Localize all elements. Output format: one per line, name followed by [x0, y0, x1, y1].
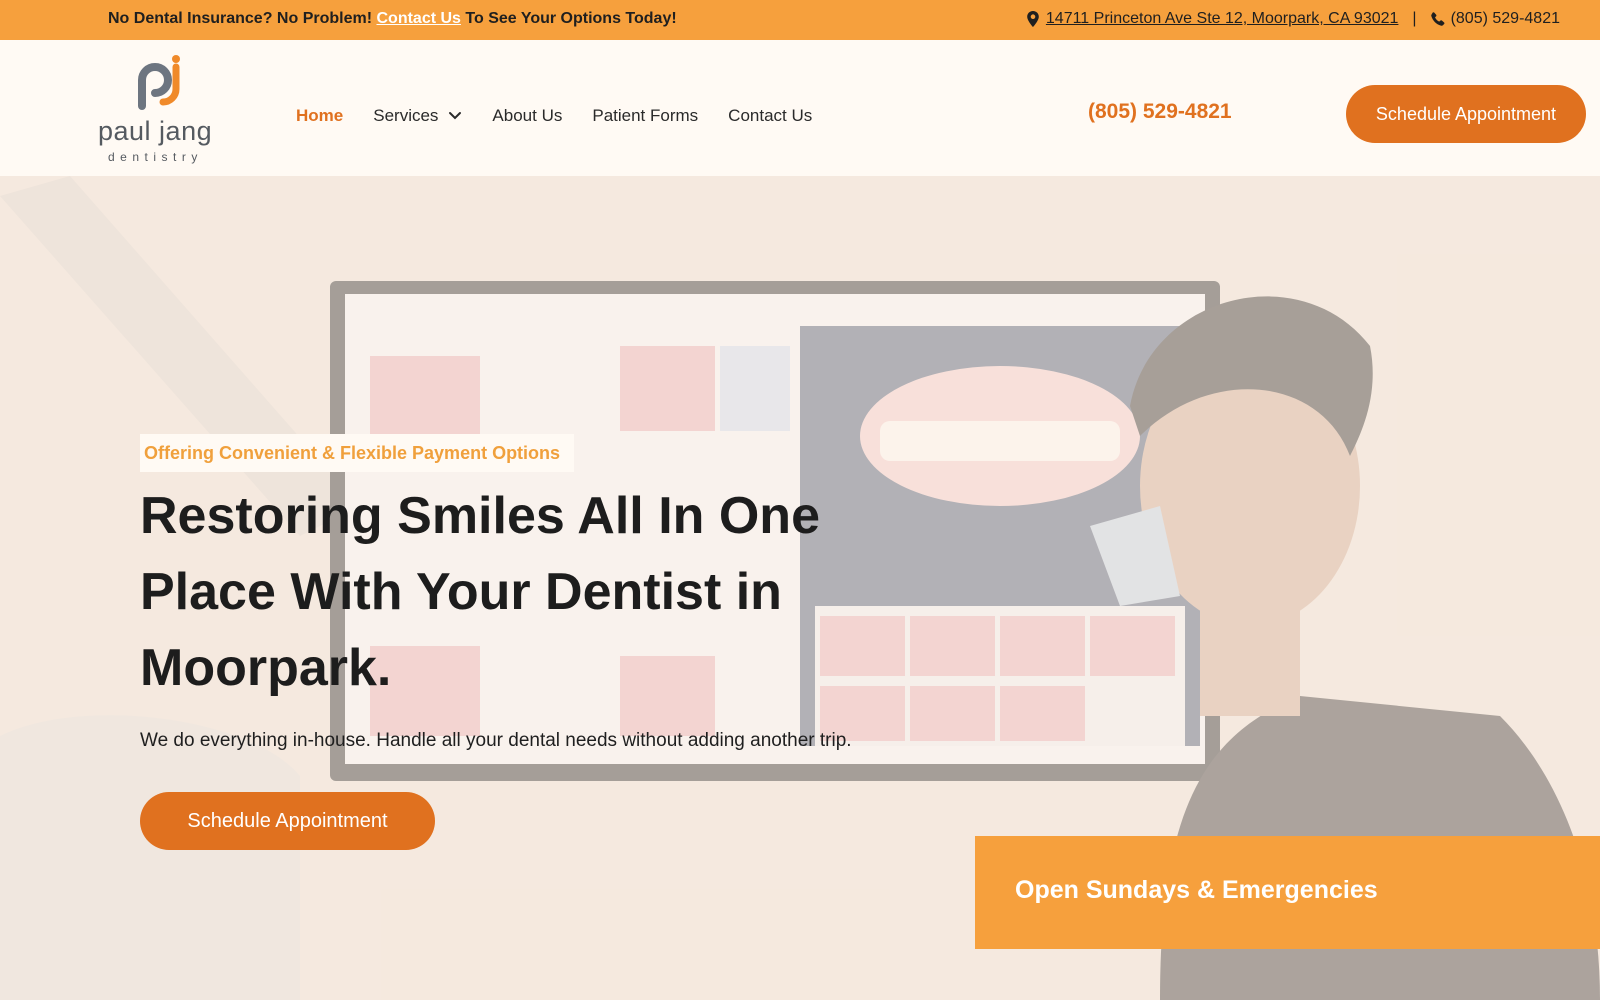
nav-item-contact[interactable]: Contact Us — [728, 106, 812, 126]
nav-about-label: About Us — [492, 106, 563, 125]
contact-info: 14711 Princeton Ave Ste 12, Moorpark, CA… — [1026, 10, 1560, 28]
chevron-down-icon — [449, 112, 462, 120]
nav-services-label: Services — [373, 106, 439, 125]
insurance-promo: No Dental Insurance? No Problem! Contact… — [108, 10, 677, 28]
promo-text-start: No Dental Insurance? No Problem! — [108, 10, 373, 27]
nav-home-label: Home — [296, 106, 344, 125]
divider: | — [1412, 10, 1417, 27]
logo-name: paul jang — [98, 116, 213, 146]
hero-eyebrow: Offering Convenient & Flexible Payment O… — [140, 434, 575, 472]
address-link[interactable]: 14711 Princeton Ave Ste 12, Moorpark, CA… — [1046, 10, 1399, 28]
open-sundays-text: Open Sundays & Emergencies — [1015, 876, 1378, 904]
header-schedule-button[interactable]: Schedule Appointment — [1346, 85, 1586, 143]
map-pin-icon — [1027, 11, 1039, 27]
announcement-bar: No Dental Insurance? No Problem! Contact… — [0, 0, 1600, 40]
hero-subtitle: We do everything in-house. Handle all yo… — [140, 730, 852, 751]
promo-text-end: To See Your Options Today! — [465, 10, 677, 27]
nav-item-services[interactable]: Services — [373, 106, 462, 126]
logo[interactable]: paul jang dentistry — [98, 54, 228, 164]
nav-forms-label: Patient Forms — [592, 106, 699, 125]
hero-title: Restoring Smiles All In One Place With Y… — [140, 487, 820, 697]
topbar-phone-link[interactable]: (805) 529-4821 — [1451, 10, 1560, 28]
nav-item-home[interactable]: Home — [296, 106, 343, 126]
nav-item-patient-forms[interactable]: Patient Forms — [592, 106, 698, 126]
nav-contact-label: Contact Us — [728, 106, 813, 125]
logo-mark-icon — [138, 55, 180, 110]
promo-contact-link[interactable]: Contact Us — [377, 10, 461, 27]
phone-icon — [1430, 12, 1445, 26]
main-nav: Home Services About Us Patient Forms Con… — [296, 106, 812, 126]
hero-schedule-button[interactable]: Schedule Appointment — [140, 792, 435, 850]
hero-section: Offering Convenient & Flexible Payment O… — [0, 176, 1600, 1000]
site-header: paul jang dentistry Home Services About … — [0, 40, 1600, 176]
nav-item-about[interactable]: About Us — [492, 106, 562, 126]
logo-tagline: dentistry — [108, 150, 203, 164]
open-sundays-banner: Open Sundays & Emergencies — [975, 836, 1600, 949]
header-phone-link[interactable]: (805) 529-4821 — [1088, 100, 1232, 124]
